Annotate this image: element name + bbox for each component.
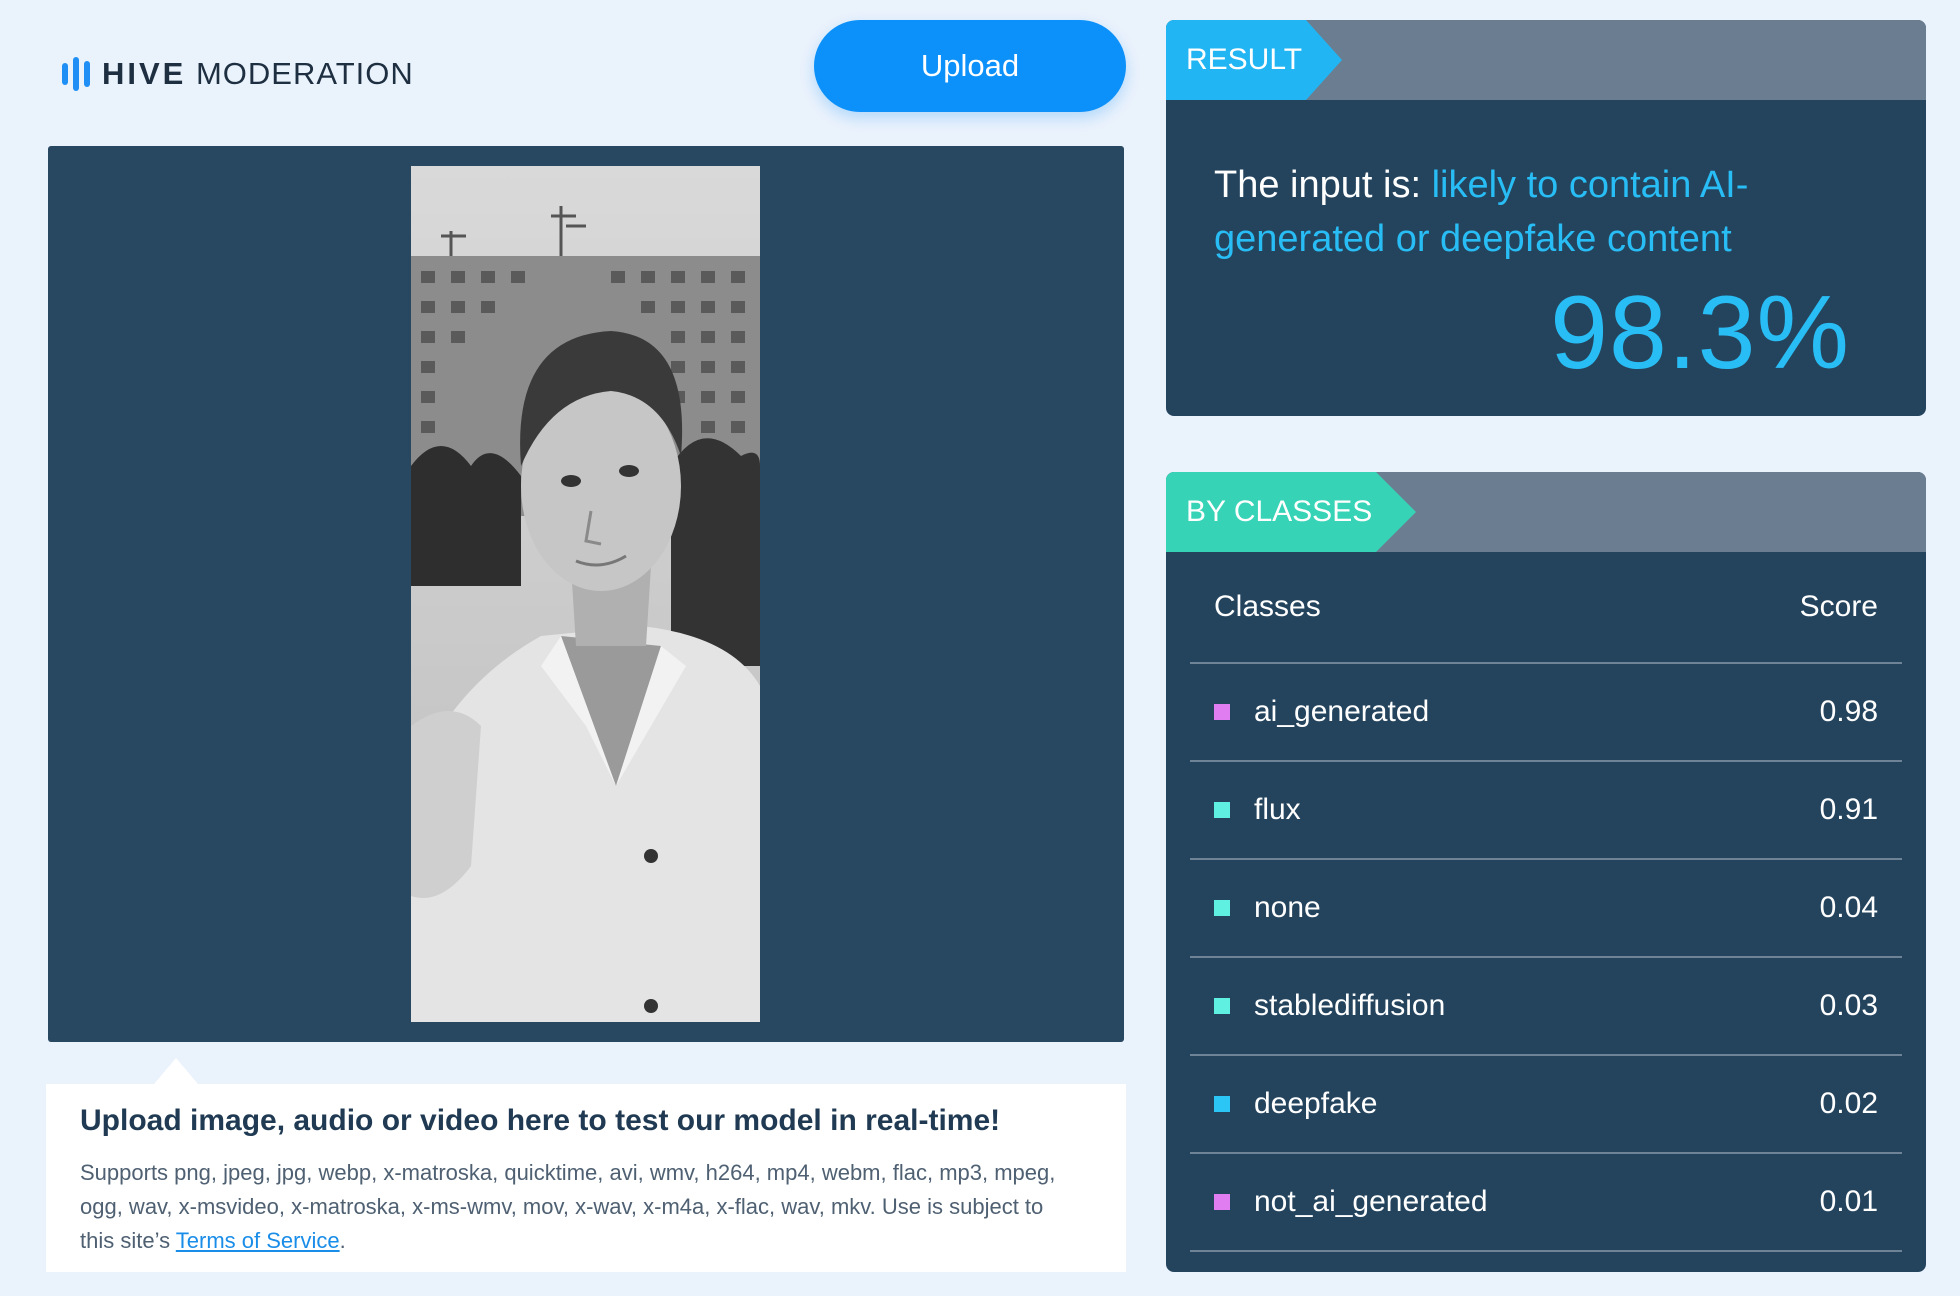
logo-text-bold: HIVE — [102, 56, 187, 91]
classes-table: Classes Score ai_generated 0.98 flux 0.9… — [1190, 552, 1902, 1252]
class-color-swatch — [1214, 900, 1230, 916]
classes-card-header: BY CLASSES — [1166, 472, 1926, 552]
upload-button[interactable]: Upload — [814, 20, 1126, 112]
class-score: 0.01 — [1819, 1185, 1878, 1218]
logo-bars-icon — [62, 56, 90, 92]
logo-text: HIVE MODERATION — [102, 56, 414, 92]
class-color-swatch — [1214, 1096, 1230, 1112]
hive-logo[interactable]: HIVE MODERATION — [62, 56, 414, 92]
preview-panel — [48, 146, 1124, 1042]
table-row: ai_generated 0.98 — [1190, 664, 1902, 762]
class-score: 0.04 — [1819, 891, 1878, 924]
class-name: none — [1254, 891, 1321, 924]
result-prefix: The input is: — [1214, 164, 1432, 206]
class-color-swatch — [1214, 1194, 1230, 1210]
uploaded-photo — [411, 166, 760, 1022]
result-card-header: RESULT — [1166, 20, 1926, 100]
class-name: deepfake — [1254, 1087, 1378, 1120]
result-tag: RESULT — [1166, 20, 1342, 100]
classes-tag: BY CLASSES — [1166, 472, 1416, 552]
class-name: flux — [1254, 793, 1301, 826]
logo-text-light: MODERATION — [195, 56, 414, 91]
table-row: none 0.04 — [1190, 860, 1902, 958]
class-name: stablediffusion — [1254, 989, 1446, 1022]
upload-info-card: Upload image, audio or video here to tes… — [46, 1058, 1126, 1272]
classes-card: BY CLASSES Classes Score ai_generated 0.… — [1166, 472, 1926, 1272]
result-score: 98.3% — [1550, 275, 1850, 391]
column-header-classes: Classes — [1214, 590, 1321, 623]
class-name: not_ai_generated — [1254, 1185, 1488, 1218]
callout-notch — [154, 1058, 198, 1084]
table-row: stablediffusion 0.03 — [1190, 958, 1902, 1056]
class-score: 0.02 — [1819, 1087, 1878, 1120]
table-row: deepfake 0.02 — [1190, 1056, 1902, 1154]
table-row: flux 0.91 — [1190, 762, 1902, 860]
supported-formats-end: . — [339, 1228, 346, 1253]
column-header-score: Score — [1799, 590, 1878, 623]
classes-table-header: Classes Score — [1190, 552, 1902, 664]
terms-of-service-link[interactable]: Terms of Service — [176, 1228, 340, 1253]
table-row: not_ai_generated 0.01 — [1190, 1154, 1902, 1252]
class-name: ai_generated — [1254, 695, 1430, 728]
class-score: 0.91 — [1819, 793, 1878, 826]
result-card: RESULT The input is: likely to contain A… — [1166, 20, 1926, 416]
class-color-swatch — [1214, 704, 1230, 720]
supported-formats-text: Supports png, jpeg, jpg, webp, x-matrosk… — [80, 1156, 1080, 1258]
upload-info-title: Upload image, audio or video here to tes… — [80, 1104, 1001, 1137]
class-score: 0.98 — [1819, 695, 1878, 728]
class-score: 0.03 — [1819, 989, 1878, 1022]
class-color-swatch — [1214, 802, 1230, 818]
class-color-swatch — [1214, 998, 1230, 1014]
result-statement: The input is: likely to contain AI-gener… — [1214, 158, 1854, 266]
